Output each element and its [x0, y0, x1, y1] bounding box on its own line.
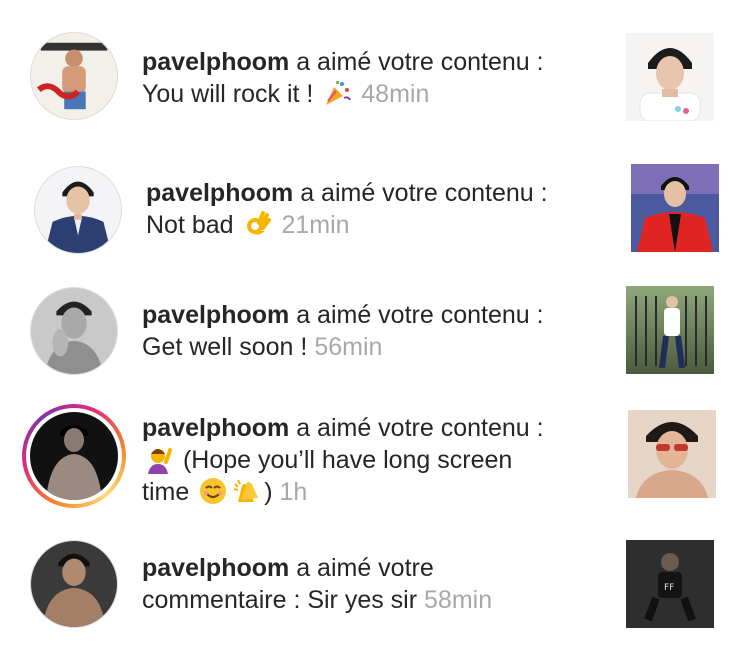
timestamp: 1h	[279, 478, 308, 506]
comment-text: commentaire : Sir yes sir	[142, 586, 418, 614]
story-ring[interactable]	[22, 404, 126, 508]
svg-text:FF: FF	[664, 583, 674, 593]
comment-text-cont: time	[142, 478, 190, 506]
action-text: a aimé votre contenu :	[293, 179, 548, 207]
list-item[interactable]: pavelphoom a aimé votre contenu : Not ba…	[0, 130, 748, 260]
avatar[interactable]	[30, 32, 118, 120]
activity-feed: pavelphoom a aimé votre contenu : You wi…	[0, 0, 748, 652]
comment-text: (Hope you’ll have long screen	[182, 446, 513, 474]
post-thumbnail[interactable]	[626, 286, 714, 374]
avatar[interactable]	[30, 287, 118, 375]
list-item[interactable]: pavelphoom a aimé votre contenu : You wi…	[0, 0, 748, 130]
comment-text-close: )	[264, 478, 273, 506]
comment-text: You will rock it !	[142, 80, 314, 108]
action-text: a aimé votre contenu :	[289, 48, 544, 76]
avatar[interactable]	[34, 166, 122, 254]
notification-text: pavelphoom a aimé votre commentaire : Si…	[142, 552, 612, 616]
party-popper-icon	[322, 78, 352, 108]
smiling-face-icon	[198, 476, 228, 506]
action-text: a aimé votre contenu :	[289, 301, 544, 329]
timestamp: 21min	[281, 211, 350, 239]
action-text: a aimé votre contenu :	[289, 414, 544, 442]
person-raising-hand-icon	[144, 444, 174, 474]
notification-text: pavelphoom a aimé votre contenu : (Hope …	[142, 412, 612, 508]
username[interactable]: pavelphoom	[146, 179, 293, 207]
notification-text: pavelphoom a aimé votre contenu : Not ba…	[146, 177, 616, 241]
clapping-hands-icon	[232, 476, 262, 506]
notification-text: pavelphoom a aimé votre contenu : You wi…	[142, 46, 612, 110]
username[interactable]: pavelphoom	[142, 414, 289, 442]
username[interactable]: pavelphoom	[142, 48, 289, 76]
comment-text: Not bad	[146, 211, 234, 239]
timestamp: 56min	[314, 333, 383, 361]
action-text: a aimé votre	[289, 554, 434, 582]
notification-text: pavelphoom a aimé votre contenu : Get we…	[142, 299, 612, 363]
avatar[interactable]	[30, 412, 118, 500]
username[interactable]: pavelphoom	[142, 301, 289, 329]
list-item[interactable]: pavelphoom a aimé votre contenu : Get we…	[0, 260, 748, 390]
post-thumbnail[interactable]	[631, 164, 719, 252]
post-thumbnail[interactable]	[626, 33, 714, 121]
timestamp: 58min	[424, 586, 493, 614]
username[interactable]: pavelphoom	[142, 554, 289, 582]
post-thumbnail[interactable]: FF	[626, 540, 714, 628]
list-item[interactable]: pavelphoom a aimé votre contenu : (Hope …	[0, 390, 748, 520]
timestamp: 48min	[361, 80, 430, 108]
post-thumbnail[interactable]	[628, 410, 716, 498]
ok-hand-icon	[243, 209, 273, 239]
list-item[interactable]: pavelphoom a aimé votre commentaire : Si…	[0, 520, 748, 652]
avatar[interactable]	[30, 540, 118, 628]
comment-text: Get well soon !	[142, 333, 308, 361]
